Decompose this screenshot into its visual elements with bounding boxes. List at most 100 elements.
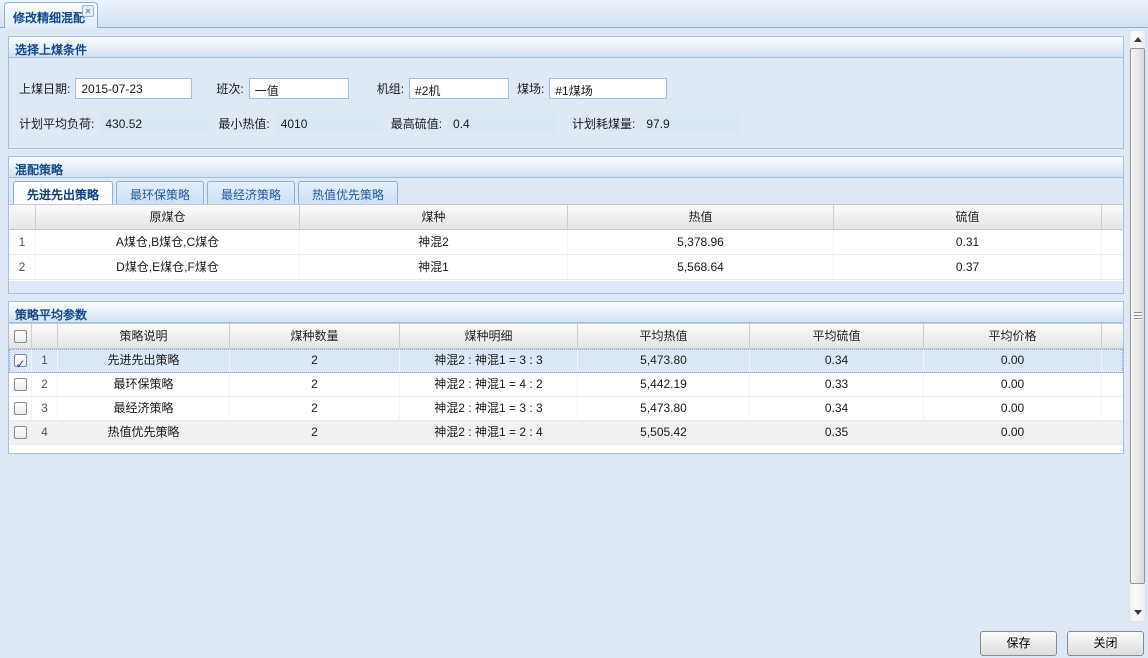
shift-label: 班次: [216,80,243,97]
table-row[interactable]: 1 A煤仓,B煤仓,C煤仓 神混2 5,378.96 0.31 [9,230,1123,255]
close-button[interactable]: 关闭 [1067,631,1144,656]
strategy-grid-header: 原煤仓 煤种 热值 硫值 [9,205,1123,230]
cell-coal-count: 2 [230,397,400,420]
conditions-row-1: 上煤日期: 2015-07-23 班次: 一值 机组: #2机 煤场: #1煤场 [19,77,1113,99]
table-row[interactable]: 1 先进先出策略 2 神混2 : 神混1 = 3 : 3 5,473.80 0.… [9,349,1123,373]
tab-economic-strategy[interactable]: 最经济策略 [207,181,295,204]
row-checkbox[interactable] [14,354,27,367]
conditions-form: 上煤日期: 2015-07-23 班次: 一值 机组: #2机 煤场: #1煤场… [9,58,1123,148]
col-heat-value[interactable]: 热值 [568,205,834,229]
select-all-cell [9,324,32,348]
tab-title: 修改精细混配 [13,11,85,25]
save-button[interactable]: 保存 [980,631,1057,656]
cell-spacer [1102,349,1123,372]
cell-heat-value: 5,568.64 [568,255,834,279]
row-checkbox[interactable] [14,378,27,391]
tab-modify-fine-blend[interactable]: 修改精细混配 × [4,2,98,28]
col-sulfur-value[interactable]: 硫值 [834,205,1102,229]
cell-coal-type: 神混1 [300,255,568,279]
avg-load-label: 计划平均负荷: [19,115,94,132]
coal-date-input[interactable]: 2015-07-23 [75,78,192,99]
cell-spacer [1102,255,1123,279]
vertical-scrollbar[interactable] [1129,30,1146,622]
cell-avg-price: 0.00 [924,397,1102,420]
arrow-up-icon [1134,37,1142,42]
unit-label: 机组: [377,80,404,97]
col-avg-heat[interactable]: 平均热值 [578,324,750,348]
strategy-tabbar: 先进先出策略 最环保策略 最经济策略 热值优先策略 [9,178,1123,204]
averages-grid-header: 策略说明 煤种数量 煤种明细 平均热值 平均硫值 平均价格 [9,324,1123,349]
panel-averages: 策略平均参数 策略说明 煤种数量 煤种明细 平均热值 平均硫值 平均价格 1 先… [8,301,1124,454]
unit-input[interactable]: #2机 [409,78,509,99]
col-raw-bunker[interactable]: 原煤仓 [36,205,300,229]
table-row[interactable]: 2 最环保策略 2 神混2 : 神混1 = 4 : 2 5,442.19 0.3… [9,373,1123,397]
conditions-row-2: 计划平均负荷: 430.52 最小热值: 4010 最高硫值: 0.4 计划耗煤… [19,112,1113,134]
row-number: 3 [32,397,58,420]
table-row[interactable]: 4 热值优先策略 2 神混2 : 神混1 = 2 : 4 5,505.42 0.… [9,421,1123,445]
cell-coal-count: 2 [230,421,400,444]
row-checkbox[interactable] [14,426,27,439]
min-heat-label: 最小热值: [218,115,269,132]
cell-avg-heat: 5,505.42 [578,421,750,444]
panel-strategy-title: 混配策略 [9,157,1123,178]
col-strategy-name[interactable]: 策略说明 [58,324,230,348]
tab-fifo-strategy[interactable]: 先进先出策略 [13,181,113,204]
cell-avg-sulfur: 0.34 [750,349,924,372]
cell-bunkers: D煤仓,E煤仓,F煤仓 [36,255,300,279]
cell-spacer [1102,397,1123,420]
row-number: 1 [32,349,58,372]
scroll-up-button[interactable] [1130,31,1145,48]
col-coal-count[interactable]: 煤种数量 [230,324,400,348]
scrollbar-thumb[interactable] [1130,48,1145,584]
col-coal-detail[interactable]: 煤种明细 [400,324,578,348]
planned-consumption-value: 97.9 [640,113,740,134]
table-row[interactable]: 3 最经济策略 2 神混2 : 神混1 = 3 : 3 5,473.80 0.3… [9,397,1123,421]
cell-bunkers: A煤仓,B煤仓,C煤仓 [36,230,300,254]
cell-coal-detail: 神混2 : 神混1 = 4 : 2 [400,373,578,396]
cell-avg-price: 0.00 [924,421,1102,444]
cell-coal-detail: 神混2 : 神混1 = 3 : 3 [400,349,578,372]
row-number: 1 [9,230,36,254]
cell-sulfur: 0.31 [834,230,1102,254]
footer-toolbar: 保存 关闭 [980,631,1144,656]
col-spacer [1102,324,1123,348]
row-checkbox[interactable] [14,402,27,415]
cell-avg-sulfur: 0.34 [750,397,924,420]
checkbox-cell [9,421,32,444]
checkbox-cell [9,349,32,372]
arrow-down-icon [1134,610,1142,615]
shift-input[interactable]: 一值 [249,78,349,99]
tab-eco-strategy[interactable]: 最环保策略 [116,181,204,204]
cell-avg-price: 0.00 [924,349,1102,372]
cell-strategy-name: 最经济策略 [58,397,230,420]
table-row[interactable]: 2 D煤仓,E煤仓,F煤仓 神混1 5,568.64 0.37 [9,255,1123,280]
cell-coal-count: 2 [230,349,400,372]
close-icon[interactable]: × [82,5,94,17]
panel-conditions-title: 选择上煤条件 [9,37,1123,58]
cell-sulfur: 0.37 [834,255,1102,279]
select-all-checkbox[interactable] [14,330,27,343]
cell-coal-detail: 神混2 : 神混1 = 2 : 4 [400,421,578,444]
col-avg-sulfur[interactable]: 平均硫值 [750,324,924,348]
coalyard-input[interactable]: #1煤场 [549,78,667,99]
row-number-header [32,324,58,348]
averages-grid: 策略说明 煤种数量 煤种明细 平均热值 平均硫值 平均价格 1 先进先出策略 2… [9,323,1123,453]
col-spacer [1102,205,1123,229]
row-number: 2 [9,255,36,279]
row-number: 2 [32,373,58,396]
col-coal-type[interactable]: 煤种 [300,205,568,229]
col-avg-price[interactable]: 平均价格 [924,324,1102,348]
thumb-grip-icon [1134,312,1142,320]
cell-coal-detail: 神混2 : 神混1 = 3 : 3 [400,397,578,420]
cell-coal-type: 神混2 [300,230,568,254]
cell-coal-count: 2 [230,373,400,396]
tab-heat-priority-strategy[interactable]: 热值优先策略 [298,181,398,204]
strategy-grid: 原煤仓 煤种 热值 硫值 1 A煤仓,B煤仓,C煤仓 神混2 5,378.96 … [9,204,1123,281]
cell-avg-heat: 5,473.80 [578,349,750,372]
scroll-down-button[interactable] [1130,604,1145,621]
cell-spacer [1102,373,1123,396]
cell-avg-heat: 5,473.80 [578,397,750,420]
checkbox-cell [9,397,32,420]
min-heat-value: 4010 [275,113,383,134]
tab-strip: 修改精细混配 × [0,0,1148,28]
